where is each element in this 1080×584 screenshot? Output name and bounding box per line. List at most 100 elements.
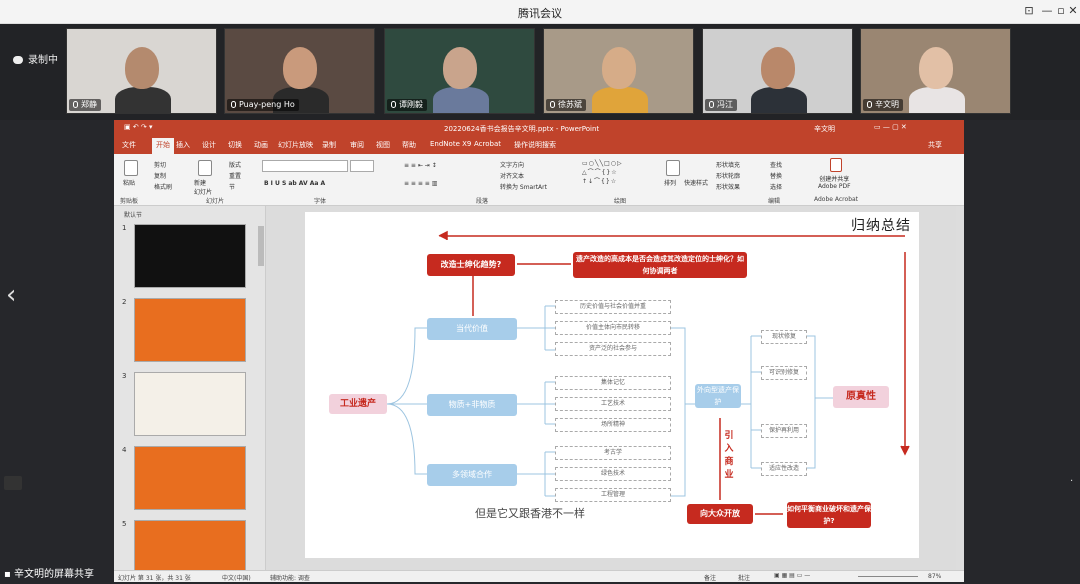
question-gentrification: 改造士绅化趋势? <box>427 254 515 276</box>
shapes-gallery-icon[interactable]: ▭○╲╲□○▷ △⌒⌒{}☆ ↑↓⌒{}☆ <box>582 160 623 185</box>
ribbon: 粘贴 剪切 复制 格式刷 新建 幻灯片 版式 重置 节 B I U S ab A… <box>114 154 964 206</box>
paste-icon[interactable] <box>124 160 138 176</box>
close-icon[interactable]: ✕ <box>1066 4 1080 18</box>
tab-2[interactable]: 插入 <box>176 140 190 150</box>
ribbon-group-label: 绘图 <box>614 198 627 205</box>
tab-0[interactable]: 文件 <box>122 140 136 150</box>
pin-icon[interactable]: ⊡ <box>1022 4 1036 18</box>
status-bar: 幻灯片 第 31 张，共 31 张 中文(中国) 辅助功能: 调查 备注 批注 … <box>114 570 964 582</box>
mic-icon <box>391 101 396 108</box>
participant-tile[interactable]: 辛文明 <box>860 28 1011 114</box>
participant-tile[interactable]: 徐苏斌 <box>543 28 694 114</box>
replace-button[interactable]: 替换 <box>770 171 782 180</box>
tab-1[interactable]: 开始 <box>152 138 174 154</box>
tab-10[interactable]: 帮助 <box>402 140 416 150</box>
find-button[interactable]: 查找 <box>770 160 782 169</box>
adobe-pdf-button[interactable]: 创建并共享 Adobe PDF <box>818 174 851 190</box>
participant-tile[interactable]: 郑静 <box>66 28 217 114</box>
slide-thumbnails-pane: 默认节 1 2 3 4 5 <box>114 206 266 570</box>
share-button[interactable]: 共享 <box>928 140 942 150</box>
zoom-slider[interactable] <box>858 576 918 577</box>
tab-12[interactable]: Acrobat <box>474 140 501 148</box>
comments-button[interactable]: 批注 <box>738 573 750 582</box>
participant-tile[interactable]: 谭刚毅 <box>384 28 535 114</box>
app-title: 腾讯会议 <box>518 7 562 20</box>
font-size-select[interactable] <box>350 160 374 172</box>
paste-button[interactable]: 粘贴 <box>123 178 135 187</box>
node-branch: 多领域合作 <box>427 464 517 486</box>
text-direction-button[interactable]: 文字方向 <box>500 160 524 169</box>
tab-8[interactable]: 审阅 <box>350 140 364 150</box>
cut-button[interactable]: 剪切 <box>154 160 166 169</box>
align-icons[interactable]: ≡ ≡ ≡ ≡ ▥ <box>404 180 437 187</box>
participant-body <box>115 87 171 113</box>
list-icons[interactable]: ≡ ≡ ⇤ ⇥ ↕ <box>404 162 437 169</box>
layout-button[interactable]: 版式 <box>229 160 241 169</box>
notes-button[interactable]: 备注 <box>704 573 716 582</box>
new-slide-button[interactable]: 新建 幻灯片 <box>194 178 212 196</box>
reset-button[interactable]: 重置 <box>229 171 241 180</box>
menu-icon[interactable] <box>4 476 22 490</box>
arrange-icon[interactable] <box>666 160 680 176</box>
slide-thumbnail[interactable] <box>134 372 246 436</box>
tab-13[interactable]: 操作说明搜索 <box>514 140 556 150</box>
slide-number: 2 <box>122 298 127 306</box>
format-painter-button[interactable]: 格式刷 <box>154 182 172 191</box>
shape-outline-button[interactable]: 形状轮廓 <box>716 171 740 180</box>
participant-name-tag: 谭刚毅 <box>387 99 427 111</box>
tab-5[interactable]: 动画 <box>254 140 268 150</box>
slide-thumbnail[interactable] <box>134 446 246 510</box>
new-slide-icon[interactable] <box>198 160 212 176</box>
bold-icon[interactable]: B I U S ab AV Aa A <box>264 180 325 187</box>
tab-4[interactable]: 切换 <box>228 140 242 150</box>
slide-thumbnail[interactable] <box>134 298 246 362</box>
quick-styles-button[interactable]: 快速样式 <box>684 178 708 187</box>
participant-face <box>761 47 795 89</box>
participant-tile[interactable]: 冯江 <box>702 28 853 114</box>
participant-face <box>602 47 636 89</box>
arrange-button[interactable]: 排列 <box>664 178 676 187</box>
slide-thumbnail[interactable] <box>134 224 246 288</box>
subtitle-caption: 但是它又跟香港不一样 <box>475 507 585 520</box>
tab-6[interactable]: 幻灯片放映 <box>278 140 313 150</box>
shape-effects-button[interactable]: 形状效果 <box>716 182 740 191</box>
tab-3[interactable]: 设计 <box>202 140 216 150</box>
participant-tile[interactable]: Puay-peng Ho <box>224 28 375 114</box>
view-icons[interactable]: ▣ ▦ ▤ ▭ — <box>774 572 810 579</box>
participant-face <box>919 47 953 89</box>
language-status[interactable]: 中文(中国) <box>222 573 251 582</box>
meeting-window: 腾讯会议 ⊡ — ▫ ✕ 录制中 郑静 Puay-peng Ho 谭刚毅 徐苏斌… <box>0 0 1080 584</box>
shape-fill-button[interactable]: 形状填充 <box>716 160 740 169</box>
participant-name: 冯江 <box>717 100 733 109</box>
slide-scrollbar[interactable] <box>956 206 964 570</box>
zoom-level[interactable]: 87% <box>928 573 941 580</box>
font-name-select[interactable] <box>262 160 348 172</box>
ppt-window-controls-icon[interactable]: ▭ — ▢ ✕ <box>874 123 907 131</box>
slide-title: 归纳总结 <box>851 218 911 234</box>
thumb-scrollbar[interactable] <box>258 226 264 266</box>
participant-name-tag: 郑静 <box>69 99 101 111</box>
select-button[interactable]: 选择 <box>770 182 782 191</box>
recording-indicator[interactable]: 录制中 <box>7 52 64 70</box>
tab-9[interactable]: 视图 <box>376 140 390 150</box>
save-icon[interactable]: ▣ ↶ ↷ ▾ <box>124 123 153 131</box>
node-detail: 工程管理 <box>555 488 671 502</box>
align-text-button[interactable]: 对齐文本 <box>500 171 524 180</box>
accessibility-status[interactable]: 辅助功能: 调查 <box>270 573 310 582</box>
smartart-button[interactable]: 转换为 SmartArt <box>500 182 547 191</box>
ribbon-group-label: Adobe Acrobat <box>814 196 859 203</box>
tab-7[interactable]: 录制 <box>322 140 336 150</box>
node-detail: 绿色技术 <box>555 467 671 481</box>
copy-button[interactable]: 复制 <box>154 171 166 180</box>
title-bar: 腾讯会议 ⊡ — ▫ ✕ <box>0 0 1080 24</box>
minimize-icon[interactable]: — <box>1040 4 1054 18</box>
adobe-pdf-icon[interactable] <box>830 158 842 172</box>
participant-face <box>125 47 159 89</box>
slide-thumbnail[interactable] <box>134 520 246 570</box>
tab-11[interactable]: EndNote X9 <box>430 140 471 148</box>
chevron-left-icon[interactable]: ‹ <box>6 280 16 310</box>
question-balance: 如何平衡商业破坏和遗产保护? <box>787 502 871 528</box>
ppt-user[interactable]: 辛文明 <box>814 124 835 134</box>
ribbon-group-label: 字体 <box>314 198 327 205</box>
section-button[interactable]: 节 <box>229 182 235 191</box>
